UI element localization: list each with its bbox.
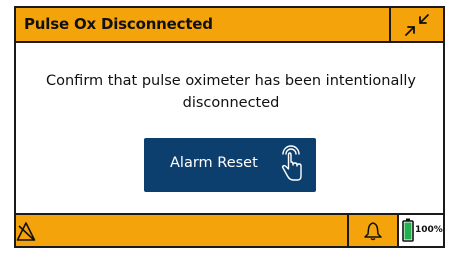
battery-status: 100% bbox=[397, 215, 443, 246]
status-bar: 100% bbox=[16, 213, 443, 246]
alarm-dialog: Pulse Ox Disconnected Confirm that pulse… bbox=[14, 6, 445, 248]
bell-icon bbox=[364, 221, 382, 240]
alarm-message: Confirm that pulse oximeter has been int… bbox=[46, 73, 416, 111]
battery-icon bbox=[402, 218, 414, 242]
collapse-arrows-icon bbox=[405, 13, 429, 36]
hand-touch-icon bbox=[281, 145, 302, 181]
alarm-reset-button[interactable]: Alarm Reset bbox=[144, 138, 316, 192]
alarm-bell-button[interactable] bbox=[347, 215, 397, 246]
dialog-title: Pulse Ox Disconnected bbox=[24, 15, 213, 33]
collapse-button[interactable] bbox=[389, 8, 443, 41]
alarm-reset-label: Alarm Reset bbox=[170, 155, 258, 171]
battery-percent: 100% bbox=[415, 225, 443, 235]
warning-triangle-icon[interactable] bbox=[16, 220, 40, 242]
dialog-header: Pulse Ox Disconnected bbox=[16, 8, 443, 43]
